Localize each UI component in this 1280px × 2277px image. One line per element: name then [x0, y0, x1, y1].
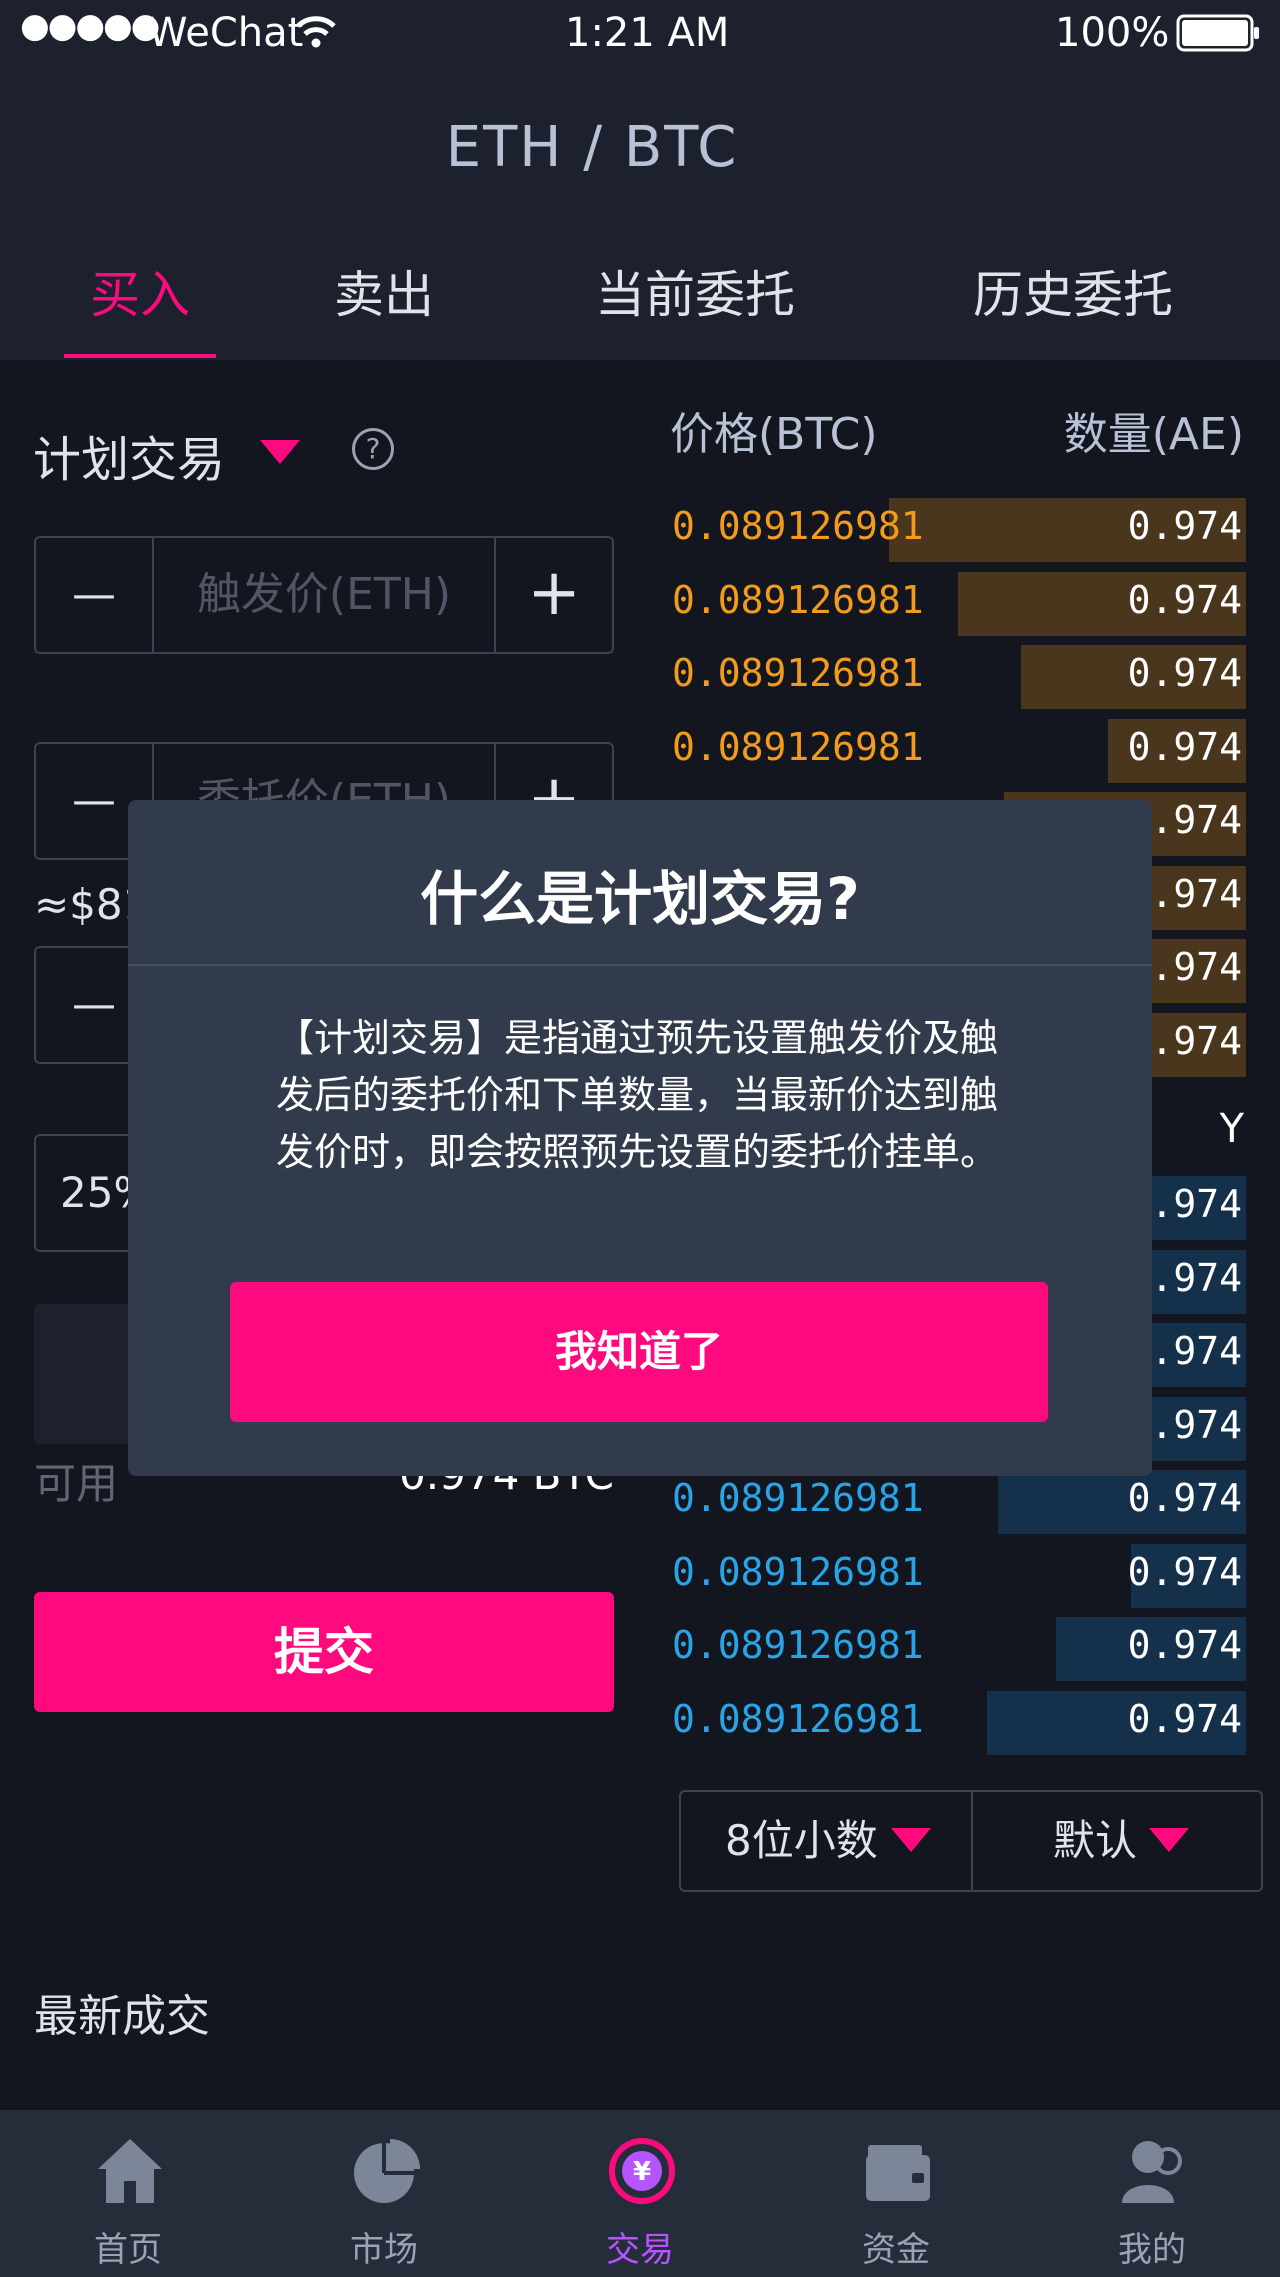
submit-button[interactable]: 提交 [34, 1592, 614, 1712]
user-icon [1122, 2141, 1182, 2203]
default-label: 默认 [1053, 1816, 1138, 1865]
order-type-selector[interactable]: 计划交易 [33, 420, 225, 490]
nav-label: 资金 [862, 2230, 930, 2270]
default-dropdown[interactable]: 默认 [973, 1792, 1261, 1890]
ask-price[interactable]: 0.089126981 [672, 504, 924, 548]
nav-item-trade[interactable]: ¥ 交易 [512, 2110, 768, 2277]
signal-strength-icon: ●●●●● [20, 6, 160, 46]
wallet-icon [866, 2145, 930, 2201]
bid-price[interactable]: 0.089126981 [672, 1476, 924, 1520]
order-type-label: 计划交易 [33, 432, 226, 488]
wifi-icon [296, 14, 336, 50]
carrier-label: WeChat [148, 10, 304, 56]
orderbook-controls: 8位小数 默认 [679, 1790, 1263, 1892]
tab-order-history[interactable]: 历史委托 [953, 255, 1193, 327]
ask-quantity: 0.974 [1127, 504, 1242, 548]
battery-percent: 100% [1055, 10, 1170, 56]
active-tab-indicator [64, 354, 216, 358]
bid-price[interactable]: 0.089126981 [672, 1550, 924, 1594]
bottom-nav: 首页 市场 ¥ 交易 资金 我的 [0, 2110, 1280, 2277]
ask-quantity: 0.974 [1127, 651, 1242, 695]
quantity-column-header: 数量(AE) [1063, 409, 1244, 460]
nav-label: 市场 [350, 2230, 418, 2270]
tab-current-orders[interactable]: 当前委托 [575, 255, 815, 327]
dialog-title: 什么是计划交易? [420, 865, 860, 933]
nav-label: 首页 [94, 2230, 162, 2270]
yuan-exchange-icon: ¥ [609, 2138, 675, 2204]
clock: 1:21 AM [565, 10, 730, 56]
decimals-dropdown[interactable]: 8位小数 [681, 1792, 971, 1890]
ask-price[interactable]: 0.089126981 [672, 725, 924, 769]
svg-text:¥: ¥ [633, 2157, 651, 2187]
decimals-label: 8位小数 [725, 1816, 878, 1865]
trigger-price-stepper: — 触发价(ETH) + [34, 536, 614, 654]
battery-icon [1176, 14, 1260, 52]
chevron-down-icon [891, 1828, 931, 1854]
bid-quantity: 0.974 [1127, 1623, 1242, 1667]
bid-price[interactable]: 0.089126981 [672, 1623, 924, 1667]
nav-label: 交易 [606, 2230, 674, 2270]
increment-button[interactable]: + [496, 538, 612, 652]
page-title: ETH / BTC [445, 115, 739, 180]
ask-quantity: 0.974 [1127, 578, 1242, 622]
tab-buy[interactable]: 买入 [60, 255, 220, 327]
bid-price[interactable]: 0.089126981 [672, 1697, 924, 1741]
chevron-down-icon[interactable] [260, 440, 300, 466]
status-bar: ●●●●● WeChat 1:21 AM 100% [0, 0, 1280, 70]
available-label: 可用 [34, 1459, 119, 1508]
mid-label-partial: Y [1219, 1106, 1244, 1152]
nav-item-funds[interactable]: 资金 [768, 2110, 1024, 2277]
bid-quantity: 0.974 [1127, 1550, 1242, 1594]
bid-quantity: 0.974 [1127, 1697, 1242, 1741]
plan-trade-info-dialog: 什么是计划交易? 【计划交易】是指通过预先设置触发价及触发后的委托价和下单数量，… [128, 800, 1152, 1476]
dialog-divider [128, 964, 1152, 966]
tab-sell[interactable]: 卖出 [304, 255, 464, 327]
nav-item-home[interactable]: 首页 [0, 2110, 256, 2277]
price-column-header: 价格(BTC) [670, 409, 878, 460]
chevron-down-icon [1149, 1828, 1189, 1854]
dialog-confirm-button[interactable]: 我知道了 [230, 1282, 1048, 1422]
help-icon[interactable]: ? [352, 428, 394, 470]
dialog-body: 【计划交易】是指通过预先设置触发价及触发后的委托价和下单数量，当最新价达到触发价… [276, 1016, 999, 1174]
header: ETH / BTC 买入 卖出 当前委托 历史委托 [0, 70, 1280, 360]
home-icon [98, 2139, 162, 2203]
nav-item-market[interactable]: 市场 [256, 2110, 512, 2277]
latest-trades-title: 最新成交 [34, 1991, 210, 2042]
bid-quantity: 0.974 [1127, 1476, 1242, 1520]
ask-price[interactable]: 0.089126981 [672, 578, 924, 622]
ask-quantity: 0.974 [1127, 725, 1242, 769]
ask-price[interactable]: 0.089126981 [672, 651, 924, 695]
trigger-price-input[interactable]: 触发价(ETH) [154, 538, 494, 652]
nav-label: 我的 [1118, 2230, 1186, 2270]
pie-chart-icon [354, 2139, 420, 2203]
decrement-button[interactable]: — [36, 538, 152, 652]
nav-item-profile[interactable]: 我的 [1024, 2110, 1280, 2277]
